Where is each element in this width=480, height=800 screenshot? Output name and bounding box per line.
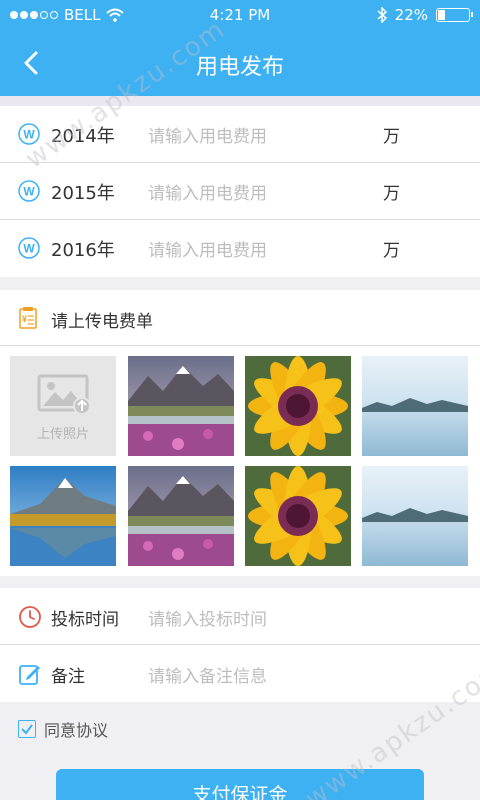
divider [0,96,480,106]
upload-header: ¥ 请上传电费单 [0,290,480,346]
upload-title: 请上传电费单 [51,312,153,332]
upload-section: ¥ 请上传电费单 上传照片 [0,290,480,576]
clock-icon [19,606,41,628]
upload-photo-button[interactable]: 上传照片 [10,356,116,456]
status-right: 22% [377,6,473,24]
details-section: 投标时间 请输入投标时间 备注 请输入备注信息 [0,588,480,702]
checkbox-icon[interactable] [18,720,36,738]
w-circle-icon: W [18,180,40,202]
usage-input[interactable]: 请输入用电费用 [148,179,267,204]
photo-thumbnail[interactable] [128,466,234,566]
battery-percent: 22% [394,6,428,24]
year-label: 2016年 [51,240,115,261]
unit-label: 万 [383,184,400,204]
edit-icon [19,665,40,685]
bid-time-label: 投标时间 [51,610,119,630]
usage-row-2015[interactable]: W 2015年 请输入用电费用 万 [0,163,480,220]
w-circle-icon: W [18,237,40,259]
usage-row-2016[interactable]: W 2016年 请输入用电费用 万 [0,220,480,277]
svg-text:¥: ¥ [22,314,27,324]
unit-label: 万 [383,241,400,261]
remark-input[interactable]: 请输入备注信息 [148,662,267,687]
bluetooth-icon [377,7,387,23]
photo-thumbnail[interactable] [362,356,468,456]
photo-thumbnail[interactable] [10,466,116,566]
usage-input[interactable]: 请输入用电费用 [148,122,267,147]
remark-row[interactable]: 备注 请输入备注信息 [0,645,480,702]
page-title: 用电发布 [195,55,284,80]
photo-thumbnail[interactable] [245,466,351,566]
usage-input[interactable]: 请输入用电费用 [148,236,267,261]
battery-icon [436,8,473,22]
nav-bar: 用电发布 [0,30,480,96]
photo-thumbnail[interactable] [362,466,468,566]
year-label: 2015年 [51,183,115,204]
upload-photo-label: 上传照片 [36,427,89,442]
unit-label: 万 [383,127,400,147]
svg-text:W: W [23,242,35,256]
bill-icon: ¥ [19,307,37,329]
agreement-label: 同意协议 [44,721,109,740]
photo-thumbnail[interactable] [245,356,351,456]
bid-time-row[interactable]: 投标时间 请输入投标时间 [0,588,480,645]
agreement-checkbox[interactable]: 同意协议 [18,717,108,741]
svg-text:W: W [23,185,35,199]
status-bar: BELL 4:21 PM 22% [0,0,480,30]
bid-time-input[interactable]: 请输入投标时间 [148,605,267,630]
remark-label: 备注 [51,667,85,687]
photo-thumbnail[interactable] [128,356,234,456]
